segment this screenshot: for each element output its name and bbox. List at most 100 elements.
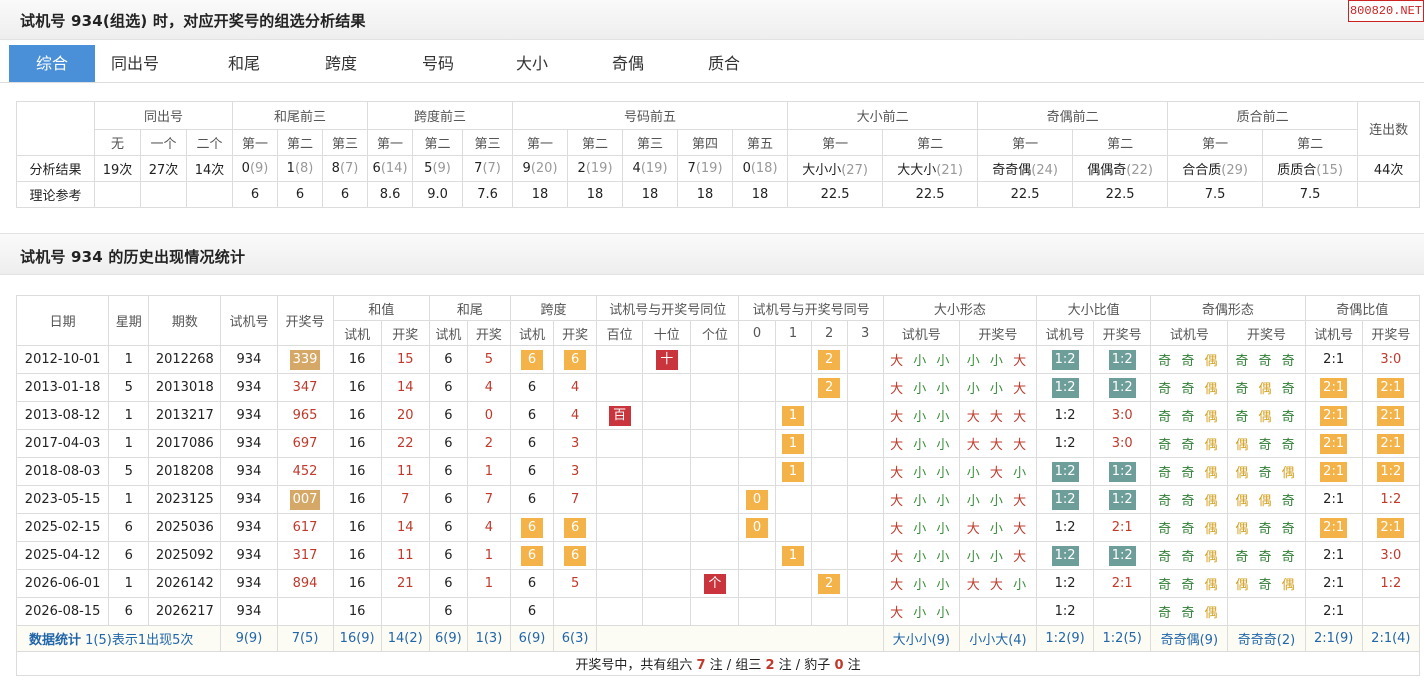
- job-k-value: 3:0: [1380, 352, 1402, 367]
- cell-dxb-k: 2:1: [1093, 569, 1152, 598]
- pos-badge: 百: [608, 405, 631, 426]
- tab-1[interactable]: 同出号: [92, 45, 178, 82]
- tab-7[interactable]: 质合: [681, 45, 767, 82]
- cell-dxb-s: 1:2: [1036, 401, 1095, 430]
- shape-char: 奇: [1181, 606, 1198, 621]
- sum-z3: 2: [765, 658, 775, 673]
- cell-job-s: 2:1: [1304, 429, 1363, 458]
- cell-kd-k: [553, 597, 598, 626]
- cell-job-k: 2:1: [1361, 401, 1421, 430]
- cell-job-k: 2:1: [1361, 513, 1421, 542]
- sub-header: 第一: [1167, 129, 1264, 156]
- shape-char: 奇: [1235, 382, 1252, 397]
- shape-char: 奇: [1281, 410, 1298, 425]
- col-header-week: 星期: [108, 295, 150, 346]
- shape-char: 小: [913, 354, 930, 369]
- sub-header: 第一: [232, 129, 279, 156]
- cell-kd-k: 3: [553, 429, 598, 458]
- shape-char: 偶: [1204, 410, 1221, 425]
- shape-char: 奇: [1158, 438, 1175, 453]
- cell-num: [810, 541, 848, 570]
- ref-cell: 22.5: [1072, 181, 1169, 208]
- cell-date: 2023-05-15: [15, 485, 110, 514]
- cell-num: [810, 401, 848, 430]
- stats-cell: 6(3): [553, 625, 598, 652]
- cell-hw-s: 6: [428, 457, 468, 486]
- tab-4[interactable]: 号码: [395, 45, 481, 82]
- cell-dxb-k: [1093, 597, 1152, 626]
- cell-hw-k: 5: [466, 345, 511, 374]
- cell-hz-k: 11: [380, 457, 430, 486]
- cell-num: [738, 457, 776, 486]
- cell-date: 2025-02-15: [15, 513, 110, 542]
- cell-hw-s: 6: [428, 401, 468, 430]
- cell-date: 2026-06-01: [15, 569, 110, 598]
- tab-5[interactable]: 大小: [489, 45, 575, 82]
- sub-header: 第三: [622, 129, 679, 156]
- cell-jo-s: 奇 奇 偶: [1150, 569, 1229, 598]
- sub-header: 十位: [642, 320, 692, 346]
- tab-0[interactable]: 综合: [9, 45, 95, 82]
- kd-s-value: 6: [527, 408, 537, 423]
- sub-header: 第二: [567, 129, 624, 156]
- cell-hw-s: 6: [428, 513, 468, 542]
- cell-week: 6: [108, 597, 150, 626]
- cell-jo-s: 奇 奇 偶: [1150, 457, 1229, 486]
- shape-char: 小: [989, 550, 1006, 565]
- site-logo[interactable]: 800820.NET: [1348, 0, 1424, 22]
- num-badge: 1: [782, 545, 805, 566]
- sub-header: 1: [774, 320, 812, 346]
- sum-mid2: 注 / 豹子: [774, 658, 835, 673]
- cell-pos: [690, 401, 740, 430]
- hw-k-value: 7: [484, 492, 494, 507]
- history-header-top: 日期 星期 期数 试机号 开奖号 和值 和尾 跨度 试机号与开奖号同位 试机号与开奖号同号 大小形态…: [15, 295, 1421, 346]
- group-header: 奇偶前二: [977, 101, 1169, 130]
- result-count: (9): [249, 161, 269, 176]
- tab-2[interactable]: 和尾: [201, 45, 287, 82]
- cell-num: [846, 457, 884, 486]
- hz-k-value: 15: [396, 352, 414, 367]
- tab-6[interactable]: 奇偶: [585, 45, 671, 82]
- cell-week: 1: [108, 345, 150, 374]
- shape-char: 偶: [1204, 466, 1221, 481]
- result-cell: 0(18): [732, 155, 789, 182]
- tab-3[interactable]: 跨度: [298, 45, 384, 82]
- shape-char: 偶: [1258, 382, 1275, 397]
- cell-pos: [596, 541, 644, 570]
- cell-jo-s: 奇 奇 偶: [1150, 485, 1229, 514]
- history-row: 2026-06-01 1 2026142 934 894 16 21 6 1 6 5 个 2 大 小 小大…: [15, 569, 1421, 598]
- cell-kjh: 452: [276, 457, 334, 486]
- shape-char: 小: [913, 578, 930, 593]
- ref-cell: 7.5: [1262, 181, 1359, 208]
- cell-sjh: 934: [220, 513, 278, 542]
- shape-char: 奇: [1281, 494, 1298, 509]
- sum-mid1: 注 / 组三: [705, 658, 766, 673]
- shape-char: 小: [936, 494, 953, 509]
- job-k-badge: 2:1: [1377, 377, 1405, 398]
- kjh-value: 965: [292, 408, 318, 423]
- num-badge: 1: [782, 461, 805, 482]
- cell-issue: 2017086: [148, 429, 222, 458]
- job-s-value: 2:1: [1323, 604, 1345, 619]
- cell-pos: [642, 401, 692, 430]
- dxb-s-value: 1:2: [1054, 436, 1076, 451]
- sub-header: 试机号: [1150, 320, 1229, 346]
- hz-k-value: 11: [396, 548, 414, 563]
- section-header-analysis: 试机号 934(组选) 时，对应开奖号的组选分析结果 800820.NET: [0, 0, 1424, 40]
- col-header-date: 日期: [15, 295, 110, 346]
- hw-k-value: 4: [484, 520, 494, 535]
- num-badge: 1: [782, 433, 805, 454]
- result-count: (19): [695, 161, 723, 176]
- cell-date: 2012-10-01: [15, 345, 110, 374]
- shape-char: 小: [913, 438, 930, 453]
- cell-hz-k: [380, 597, 430, 626]
- shape-char: 偶: [1235, 438, 1252, 453]
- cell-week: 1: [108, 485, 150, 514]
- cell-dx-s: 大 小 小: [882, 345, 960, 374]
- cell-hz-k: 21: [380, 569, 430, 598]
- kd-k-badge: 6: [564, 349, 587, 370]
- shape-char: 奇: [1281, 522, 1298, 537]
- shape-char: 小: [913, 382, 930, 397]
- ref-cell: 7.5: [1167, 181, 1264, 208]
- empty-cell: [140, 181, 187, 208]
